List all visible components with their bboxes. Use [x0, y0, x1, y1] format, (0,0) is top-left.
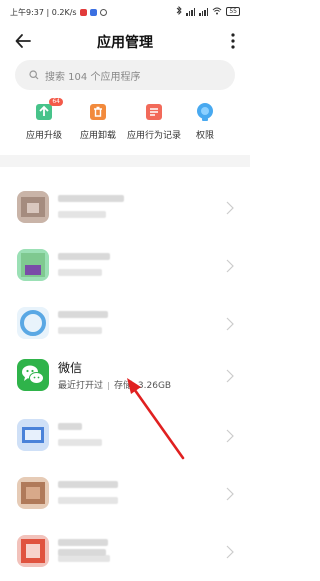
app-icon: [17, 191, 49, 223]
blurred-app-name: [58, 195, 124, 202]
list-item[interactable]: [0, 295, 250, 353]
app-icon: [17, 419, 49, 451]
page-title: 应用管理: [97, 35, 153, 51]
chevron-right-icon: [226, 201, 234, 215]
update-count-badge: 64: [49, 98, 63, 106]
tool-app-uninstall[interactable]: 应用卸载: [66, 102, 130, 141]
battery-icon: 55: [226, 7, 240, 16]
blurred-app-meta: [58, 327, 102, 334]
app-update-icon: 64: [34, 98, 63, 122]
status-bar: 上午9:37 | 0.2K/s 55: [0, 0, 250, 24]
blurred-app-name: [58, 549, 106, 556]
tool-label: 应用卸载: [79, 131, 116, 141]
app-icon: [17, 307, 49, 339]
blurred-app-meta: [58, 439, 102, 446]
blurred-app-name: [58, 423, 82, 430]
app-meta: 最近打开过 存储: 3.26GB: [58, 378, 171, 391]
record-icon: [144, 102, 164, 122]
blurred-app-meta: [58, 555, 110, 562]
notification-icon: [99, 9, 107, 16]
blurred-app-meta: [58, 497, 118, 504]
search-placeholder: 搜索 104 个应用程序: [45, 71, 141, 83]
list-item[interactable]: [0, 179, 250, 237]
notification-icon: [79, 9, 87, 16]
app-icon: [17, 249, 49, 281]
last-opened-text: 最近打开过: [58, 381, 104, 391]
blurred-app-name: [58, 311, 108, 318]
list-item[interactable]: [0, 465, 250, 523]
notification-icon: [89, 9, 97, 16]
list-item[interactable]: [0, 237, 250, 295]
blurred-app-meta: [58, 269, 102, 276]
status-right: 55: [176, 5, 240, 17]
blurred-app-name: [58, 253, 110, 260]
top-bar: 应用管理: [0, 26, 250, 56]
permission-icon: [195, 102, 215, 122]
status-left: 上午9:37 | 0.2K/s: [10, 7, 107, 18]
tool-permission[interactable]: 权限: [173, 102, 237, 141]
chevron-right-icon: [226, 259, 234, 273]
storage-text: 存储: 3.26GB: [114, 381, 172, 391]
section-divider: [0, 155, 250, 167]
app-name: 微信: [58, 361, 83, 375]
app-row-wechat[interactable]: 微信 最近打开过 存储: 3.26GB: [0, 347, 250, 405]
wechat-icon: [17, 359, 49, 391]
blurred-app-meta: [58, 211, 106, 218]
signal-icon: [199, 7, 209, 16]
search-icon: [29, 70, 39, 80]
blurred-app-name: [58, 481, 118, 488]
trash-icon: [88, 102, 108, 122]
divider: [108, 381, 110, 390]
app-icon: [17, 477, 49, 509]
status-time-speed: 上午9:37 | 0.2K/s: [10, 8, 77, 17]
list-item[interactable]: [0, 407, 250, 465]
more-options-icon[interactable]: [230, 32, 236, 50]
tools-row: 64 应用升级 应用卸载 应用行为记录 权限: [0, 98, 250, 144]
chevron-right-icon: [226, 487, 234, 501]
signal-icon: [186, 7, 196, 16]
search-bar[interactable]: 搜索 104 个应用程序: [15, 60, 235, 90]
chevron-right-icon: [226, 369, 234, 383]
list-item[interactable]: [0, 537, 250, 556]
tool-label: 权限: [195, 131, 214, 141]
bluetooth-icon: [176, 5, 182, 17]
chevron-right-icon: [226, 429, 234, 443]
chevron-right-icon: [226, 317, 234, 331]
wifi-icon: [212, 7, 222, 17]
